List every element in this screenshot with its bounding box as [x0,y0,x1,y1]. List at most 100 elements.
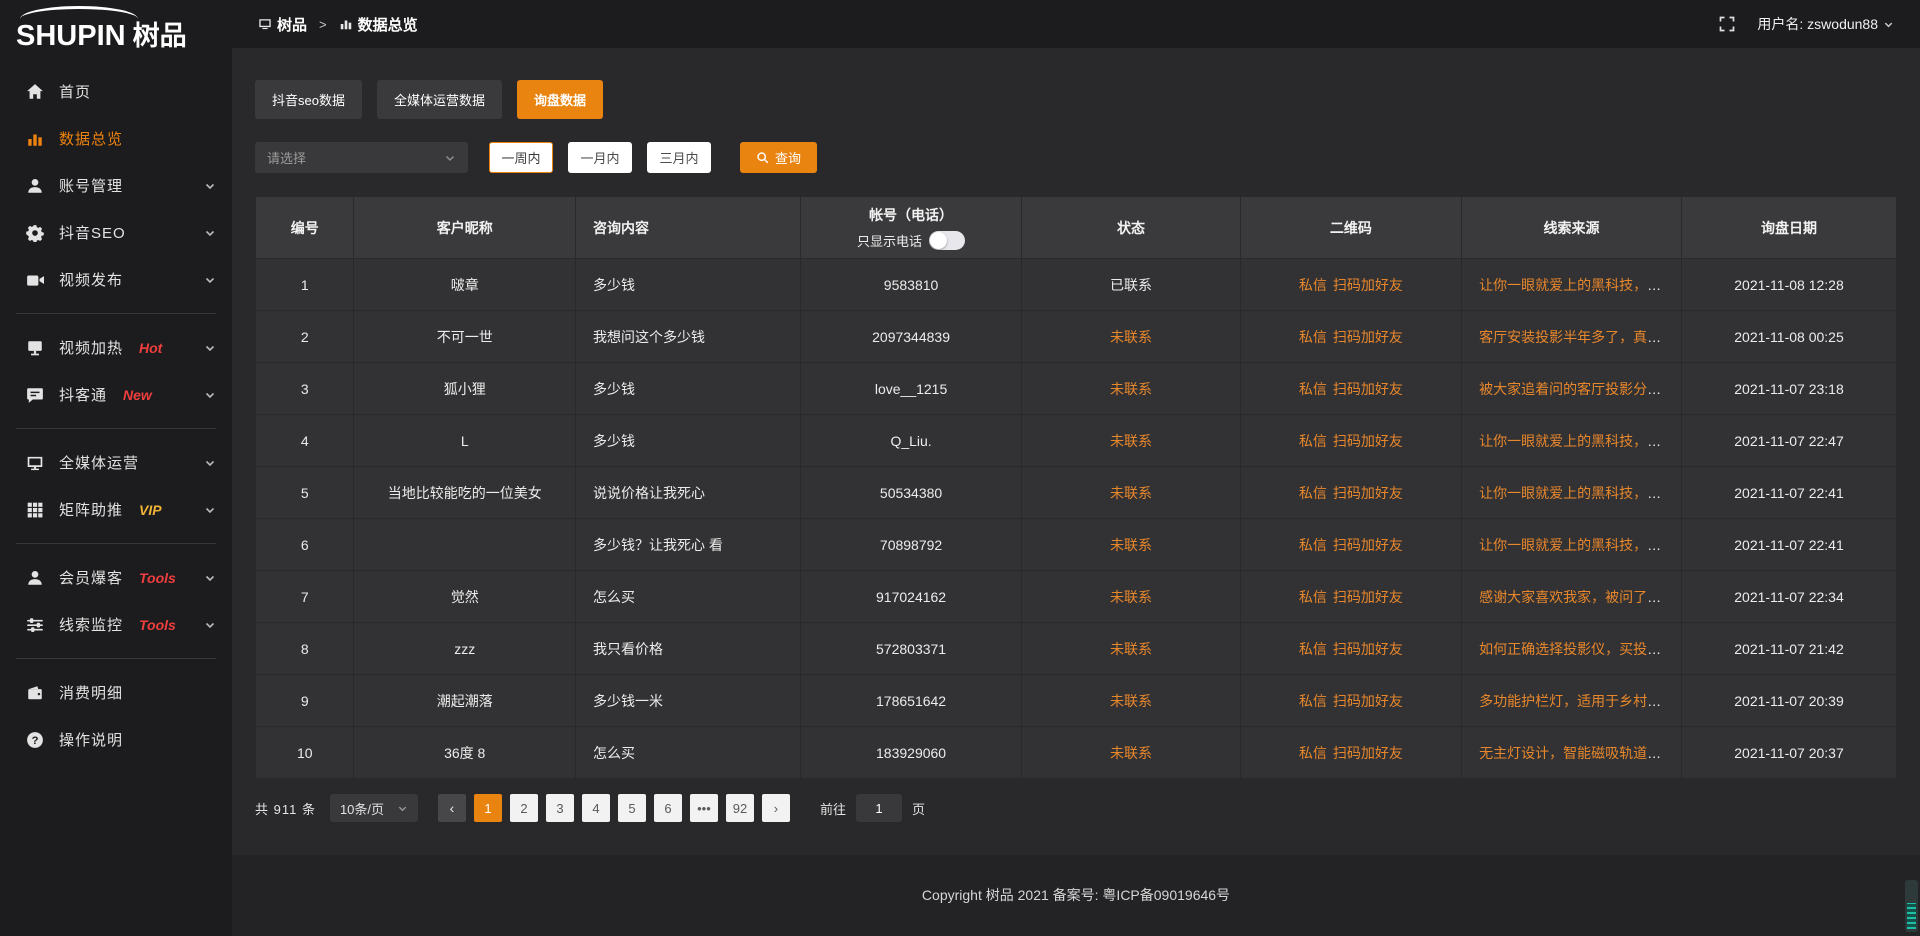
lead-source-link[interactable]: 让你一眼就爱上的黑科技，能... [1479,537,1673,553]
sidebar-item-badge: New [123,387,152,403]
tab-3[interactable]: 询盘数据 [517,80,603,119]
tab-2[interactable]: 全媒体运营数据 [377,80,502,119]
scan-add-friend-link[interactable]: 扫码加好友 [1333,381,1403,397]
page-button-92[interactable]: 92 [726,794,754,822]
widget-stripes-decoration [1907,903,1916,929]
chevron-down-icon [397,803,408,814]
sidebar-item-grid[interactable]: 矩阵助推 VIP [0,486,232,533]
lead-source-link[interactable]: 客厅安装投影半年多了，真实... [1479,329,1673,345]
search-button[interactable]: 查询 [740,142,817,173]
topbar-right: 用户名: zswodun88 [1719,14,1894,34]
lead-source-link[interactable]: 感谢大家喜欢我家，被问了好... [1479,589,1673,605]
chevron-down-icon [1883,19,1894,30]
private-message-link[interactable]: 私信 [1299,485,1327,501]
sidebar-item-chart[interactable]: 数据总览 [0,115,232,162]
tab-1[interactable]: 抖音seo数据 [255,80,362,119]
scan-add-friend-link[interactable]: 扫码加好友 [1333,485,1403,501]
page-button-5[interactable]: 5 [618,794,646,822]
sidebar-item-sliders[interactable]: 线索监控 Tools [0,601,232,648]
breadcrumb-root[interactable]: 树品 [258,14,307,35]
private-message-link[interactable]: 私信 [1299,381,1327,397]
page-button-4[interactable]: 4 [582,794,610,822]
next-page-button[interactable]: › [762,794,790,822]
lead-source-link[interactable]: 无主灯设计，智能磁吸轨道灯... [1479,745,1673,761]
scan-add-friend-link[interactable]: 扫码加好友 [1333,537,1403,553]
private-message-link[interactable]: 私信 [1299,277,1327,293]
phone-only-toggle[interactable] [929,231,965,250]
user-menu[interactable]: 用户名: zswodun88 [1757,14,1894,34]
page-ellipsis[interactable]: ••• [690,794,718,822]
cell-account: 2097344839 [800,311,1022,363]
range-button-2[interactable]: 一月内 [568,142,632,173]
scan-add-friend-link[interactable]: 扫码加好友 [1333,277,1403,293]
filter-select-placeholder: 请选择 [267,148,306,167]
grid-icon [26,501,44,519]
chevron-down-icon [204,457,216,469]
scan-add-friend-link[interactable]: 扫码加好友 [1333,745,1403,761]
page-button-2[interactable]: 2 [510,794,538,822]
app-logo: SHUPIN树品 [0,0,232,62]
page-button-1[interactable]: 1 [474,794,502,822]
cell-content: 多少钱 [575,363,800,415]
sidebar-item-label: 数据总览 [59,128,123,149]
cell-status: 未联系 [1022,675,1240,727]
sidebar-item-gear[interactable]: 抖音SEO [0,209,232,256]
floating-widget[interactable] [1905,880,1918,932]
cell-status: 未联系 [1022,571,1240,623]
sidebar-item-user[interactable]: 账号管理 [0,162,232,209]
prev-page-button[interactable]: ‹ [438,794,466,822]
cell-no: 10 [256,727,354,779]
scan-add-friend-link[interactable]: 扫码加好友 [1333,641,1403,657]
lead-source-link[interactable]: 被大家追着问的客厅投影分享... [1479,381,1673,397]
svg-text:?: ? [32,734,39,746]
filter-bar: 请选择 一周内一月内三月内 查询 [255,142,1897,173]
sidebar-item-label: 抖音SEO [59,222,126,243]
goto-page-input[interactable] [856,794,902,822]
table-row: 1 啵章 多少钱 9583810 已联系 私信扫码加好友 让你一眼就爱上的黑科技… [256,259,1897,311]
filter-select[interactable]: 请选择 [255,142,468,173]
sidebar-item-chat[interactable]: 抖客通 New [0,371,232,418]
cell-nickname: 不可一世 [354,311,576,363]
breadcrumb-current[interactable]: 数据总览 [339,14,418,35]
page-size-select[interactable]: 10条/页 [330,794,418,822]
breadcrumb-separator: > [319,17,327,32]
private-message-link[interactable]: 私信 [1299,329,1327,345]
private-message-link[interactable]: 私信 [1299,693,1327,709]
goto-unit: 页 [912,799,925,818]
page-button-3[interactable]: 3 [546,794,574,822]
sidebar-item-question[interactable]: ? 操作说明 [0,716,232,763]
private-message-link[interactable]: 私信 [1299,537,1327,553]
cell-status: 未联系 [1022,467,1240,519]
cell-status: 未联系 [1022,415,1240,467]
sidebar-item-video[interactable]: 视频发布 [0,256,232,303]
chevron-down-icon [444,152,456,164]
cell-no: 7 [256,571,354,623]
scan-add-friend-link[interactable]: 扫码加好友 [1333,329,1403,345]
sidebar-item-badge: Hot [139,340,162,356]
lead-source-link[interactable]: 让你一眼就爱上的黑科技，能... [1479,433,1673,449]
private-message-link[interactable]: 私信 [1299,433,1327,449]
lead-source-link[interactable]: 多功能护栏灯，适用于乡村文... [1479,693,1673,709]
private-message-link[interactable]: 私信 [1299,745,1327,761]
cell-date: 2021-11-08 12:28 [1682,259,1897,311]
lead-source-link[interactable]: 让你一眼就爱上的黑科技，能... [1479,277,1673,293]
scan-add-friend-link[interactable]: 扫码加好友 [1333,693,1403,709]
fullscreen-icon[interactable] [1719,16,1735,32]
cell-source: 感谢大家喜欢我家，被问了好... [1462,571,1682,623]
cell-content: 怎么买 [575,571,800,623]
private-message-link[interactable]: 私信 [1299,589,1327,605]
sidebar-item-monitor[interactable]: 全媒体运营 [0,439,232,486]
cell-date: 2021-11-07 22:41 [1682,519,1897,571]
range-button-3[interactable]: 三月内 [647,142,711,173]
lead-source-link[interactable]: 如何正确选择投影仪，买投影... [1479,641,1673,657]
sidebar-item-member[interactable]: 会员爆客 Tools [0,554,232,601]
private-message-link[interactable]: 私信 [1299,641,1327,657]
lead-source-link[interactable]: 让你一眼就爱上的黑科技，能... [1479,485,1673,501]
sidebar-item-home[interactable]: 首页 [0,68,232,115]
range-button-1[interactable]: 一周内 [489,142,553,173]
page-button-6[interactable]: 6 [654,794,682,822]
scan-add-friend-link[interactable]: 扫码加好友 [1333,589,1403,605]
scan-add-friend-link[interactable]: 扫码加好友 [1333,433,1403,449]
sidebar-item-screen[interactable]: 视频加热 Hot [0,324,232,371]
sidebar-item-wallet[interactable]: 消费明细 [0,669,232,716]
